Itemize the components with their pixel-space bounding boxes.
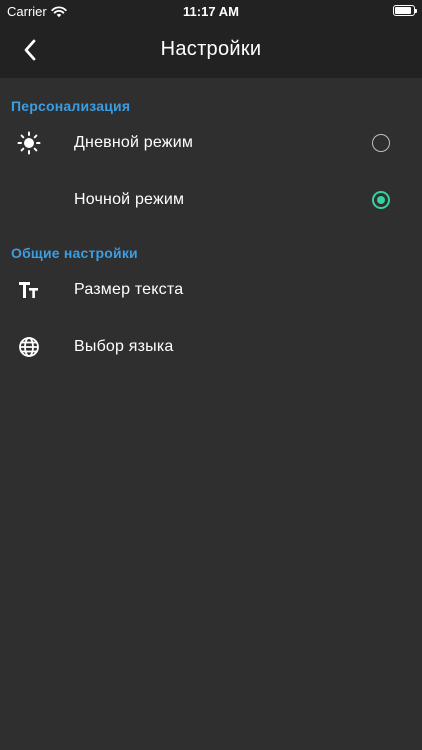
language-label: Выбор языка [74, 337, 174, 355]
section-header-general: Общие настройки [11, 245, 138, 261]
text-size-option[interactable]: Размер текста [0, 261, 422, 318]
page-title: Настройки [160, 38, 262, 60]
night-mode-label: Ночной режим [74, 190, 185, 208]
status-time: 11:17 AM [183, 4, 239, 19]
night-mode-option[interactable]: Ночной режим [0, 171, 422, 228]
text-size-icon [17, 278, 41, 302]
globe-icon [17, 335, 41, 359]
nav-bar: Настройки [0, 22, 422, 78]
day-mode-radio[interactable] [372, 133, 390, 152]
top-bar: Carrier 11:17 AM Настройки [0, 0, 422, 78]
battery-icon [393, 5, 417, 16]
section-header-personalization: Персонализация [11, 98, 131, 114]
sun-icon [17, 131, 41, 155]
night-mode-radio[interactable] [372, 190, 390, 209]
day-mode-option[interactable]: Дневной режим [0, 114, 422, 171]
settings-list: Персонализация Дневной режим Ночной режи… [0, 78, 422, 375]
moon-icon [17, 188, 41, 212]
language-option[interactable]: Выбор языка [0, 318, 422, 375]
day-mode-label: Дневной режим [74, 133, 194, 151]
text-size-label: Размер текста [74, 280, 184, 298]
status-bar: Carrier 11:17 AM [0, 0, 422, 22]
